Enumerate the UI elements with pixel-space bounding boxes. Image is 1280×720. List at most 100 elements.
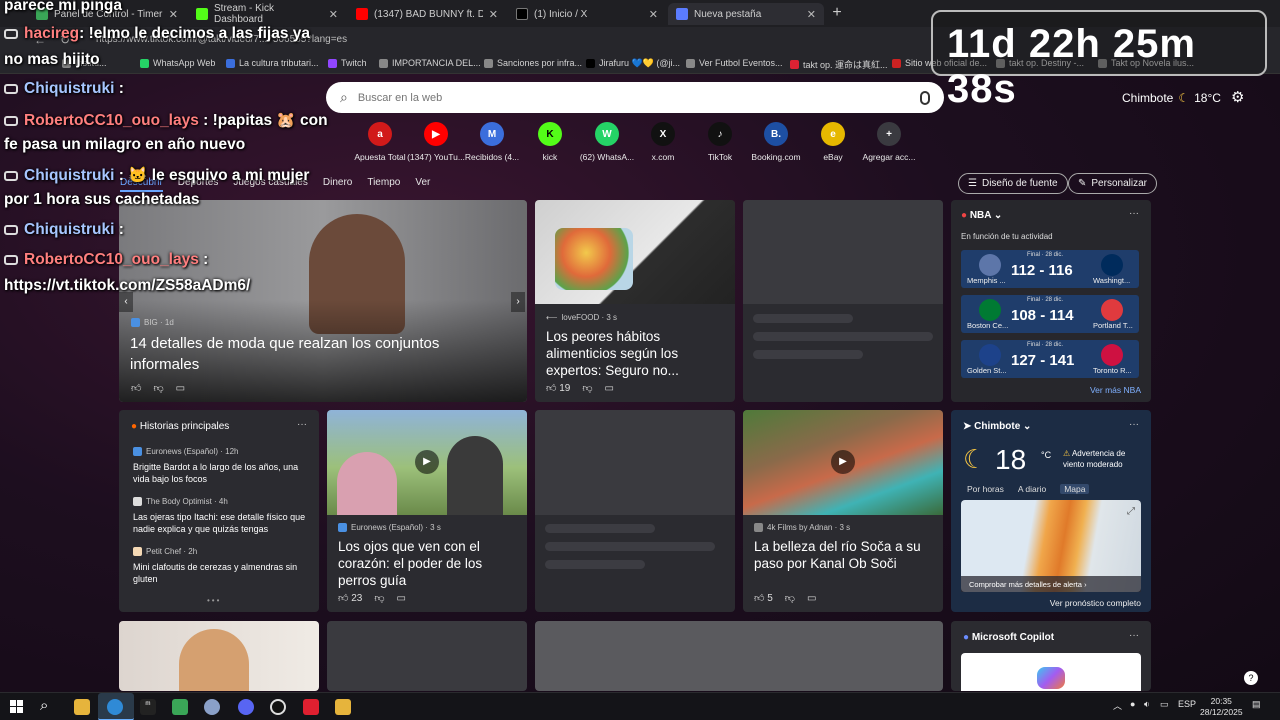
away-team: Washingt...	[1093, 276, 1131, 285]
tab-youtube[interactable]: (1347) BAD BUNNY ft. Dei V, Omar ✕	[348, 3, 506, 25]
bookmark-item[interactable]: WhatsApp Web	[140, 58, 215, 68]
thumbs-up-icon[interactable]: 👍︎ 23	[338, 592, 362, 604]
copilot-title[interactable]: ● Microsoft Copilot	[963, 632, 1054, 643]
thumbs-up-icon[interactable]: 👍︎ 19	[546, 382, 570, 394]
close-icon[interactable]: ✕	[489, 8, 498, 21]
close-icon[interactable]: ✕	[329, 8, 338, 21]
thumbs-down-icon[interactable]: 👎︎	[153, 382, 163, 394]
microphone-icon[interactable]: ●	[1130, 699, 1135, 709]
story-title[interactable]: Brigitte Bardot a lo largo de los años, …	[133, 461, 309, 485]
nba-title[interactable]: ● NBA ⌄	[961, 210, 1002, 221]
more-options-icon[interactable]: ···	[1129, 208, 1139, 219]
volume-icon[interactable]: 🔉︎	[1144, 699, 1150, 710]
story-title[interactable]: Las ojeras tipo Itachi: ese detalle físi…	[133, 511, 309, 535]
expand-icon[interactable]: ⤢	[1127, 506, 1135, 517]
game-row[interactable]: Final · 28 dic. 127 - 141 Golden St... T…	[961, 340, 1139, 378]
personalize-button[interactable]: ✎ Personalizar	[1068, 173, 1157, 194]
map-caption[interactable]: Comprobar más detalles de alerta ›	[961, 576, 1141, 592]
copilot-panel[interactable]	[961, 653, 1141, 691]
full-forecast-link[interactable]: Ver pronóstico completo	[1050, 598, 1141, 608]
bookmark-item[interactable]: Ver Futbol Eventos...	[686, 58, 783, 68]
video-card[interactable]: ▶ 4k Films by Adnan · 3 s La belleza del…	[743, 410, 943, 612]
weather-map[interactable]: ⤢ Comprobar más detalles de alerta ›	[961, 500, 1141, 592]
thumbs-down-icon[interactable]: 👎︎	[785, 592, 795, 604]
font-design-button[interactable]: ☰ Diseño de fuente	[958, 173, 1068, 194]
article-card[interactable]: ⟵ loveFOOD · 3 s Los peores hábitos alime…	[535, 200, 735, 402]
article-card[interactable]	[119, 621, 319, 691]
kick-icon: K	[538, 122, 562, 146]
search-input[interactable]	[357, 91, 920, 104]
more-options-icon[interactable]: ···	[1129, 630, 1139, 641]
more-nba-link[interactable]: Ver más NBA	[1090, 385, 1141, 395]
article-card[interactable]	[535, 621, 943, 691]
bookmark-item[interactable]: IMPORTANCIA DEL...	[379, 58, 481, 68]
notifications-icon[interactable]: ▤	[1252, 699, 1261, 710]
chevron-up-icon[interactable]: ︿	[1113, 699, 1122, 712]
comment-icon[interactable]: ▭	[605, 383, 614, 394]
tab-daily[interactable]: A diario	[1018, 484, 1046, 494]
file-explorer-icon[interactable]	[74, 699, 90, 715]
tab-ver[interactable]: Ver	[415, 177, 430, 192]
comment-icon[interactable]: ▭	[397, 593, 406, 604]
tab-dinero[interactable]: Dinero	[323, 177, 352, 192]
add-shortcut[interactable]: + Agregar acc...	[854, 122, 924, 162]
play-icon[interactable]: ▶	[831, 450, 855, 474]
app-icon[interactable]: ᵐ	[140, 699, 156, 715]
minecraft-icon[interactable]	[172, 699, 188, 715]
skeleton-line	[753, 314, 853, 323]
web-search-box[interactable]: ⌕	[326, 82, 944, 113]
clock[interactable]: 20:35 28/12/2025	[1200, 696, 1243, 718]
article-title[interactable]: La belleza del río Soča a su paso por Ka…	[754, 538, 934, 572]
new-tab-button[interactable]: +	[826, 3, 848, 25]
tab-tiempo[interactable]: Tiempo	[367, 177, 400, 192]
bookmark-item[interactable]: La cultura tributari...	[226, 58, 319, 68]
tab-map[interactable]: Mapa	[1060, 484, 1090, 494]
video-card[interactable]: ▶ Euronews (Español) · 3 s Los ojos que …	[327, 410, 527, 612]
close-icon[interactable]: ✕	[169, 8, 178, 21]
article-actions: 👍︎ 5 👎︎ ▭	[754, 592, 816, 605]
hero-card[interactable]: BIG · 1d 14 detalles de moda que realzan…	[119, 200, 527, 402]
obs-icon[interactable]	[270, 699, 286, 715]
more-options-icon[interactable]: ···	[1129, 419, 1139, 430]
app-icon[interactable]	[303, 699, 319, 715]
article-title[interactable]: Los ojos que ven con el corazón: el pode…	[338, 538, 518, 589]
article-title[interactable]: 14 detalles de moda que realzan los conj…	[130, 333, 510, 375]
search-icon[interactable]: ⌕	[40, 697, 48, 714]
loading-card	[535, 410, 735, 612]
close-icon[interactable]: ✕	[807, 8, 816, 21]
pager-dots[interactable]: •••	[207, 596, 221, 605]
article-title[interactable]: Los peores hábitos alimenticios según lo…	[546, 328, 724, 379]
tab-kick[interactable]: Stream - Kick Dashboard ✕	[188, 3, 346, 25]
language-indicator[interactable]: ESP	[1178, 699, 1196, 709]
game-row[interactable]: Final · 28 dic. 108 - 114 Boston Ce... P…	[961, 295, 1139, 333]
bookmark-item[interactable]: Sanciones por infra...	[484, 58, 582, 68]
thumbs-up-icon[interactable]: 👍︎	[131, 382, 141, 394]
thumbs-up-icon[interactable]: 👍︎ 5	[754, 592, 773, 604]
game-row[interactable]: Final · 28 dic. 112 - 116 Memphis ... Wa…	[961, 250, 1139, 288]
help-icon[interactable]: ?	[1244, 671, 1258, 685]
weather-alert[interactable]: ⚠ Advertencia de viento moderado	[1063, 448, 1145, 470]
prev-arrow-icon[interactable]: ‹	[119, 292, 133, 312]
app-icon[interactable]	[335, 699, 351, 715]
play-icon[interactable]: ▶	[415, 450, 439, 474]
thumbs-down-icon[interactable]: 👎︎	[582, 382, 592, 394]
tab-hourly[interactable]: Por horas	[967, 484, 1004, 494]
close-icon[interactable]: ✕	[649, 8, 658, 21]
tab-x[interactable]: (1) Inicio / X ✕	[508, 3, 666, 25]
comment-icon[interactable]: ▭	[807, 593, 816, 604]
bookmark-item[interactable]: takt op. 運命は真紅...	[790, 58, 888, 71]
windows-start-icon[interactable]	[10, 700, 23, 713]
microphone-icon[interactable]	[920, 90, 930, 105]
app-icon[interactable]	[204, 699, 220, 715]
tab-new[interactable]: Nueva pestaña ✕	[668, 3, 824, 25]
weather-location[interactable]: ➤ Chimbote ⌄	[963, 421, 1031, 432]
story-title[interactable]: Mini clafoutis de cerezas y almendras si…	[133, 561, 309, 585]
thumbs-down-icon[interactable]: 👎︎	[374, 592, 384, 604]
next-arrow-icon[interactable]: ›	[511, 292, 525, 312]
discord-icon[interactable]	[238, 699, 254, 715]
comment-icon[interactable]: ▭	[176, 383, 185, 394]
network-icon[interactable]: ▭	[1160, 699, 1169, 710]
bookmark-item[interactable]: Twitch	[328, 58, 367, 68]
more-options-icon[interactable]: ···	[297, 419, 307, 430]
bookmark-item[interactable]: Jirafuru 💙💛 (@ji...	[586, 58, 680, 69]
